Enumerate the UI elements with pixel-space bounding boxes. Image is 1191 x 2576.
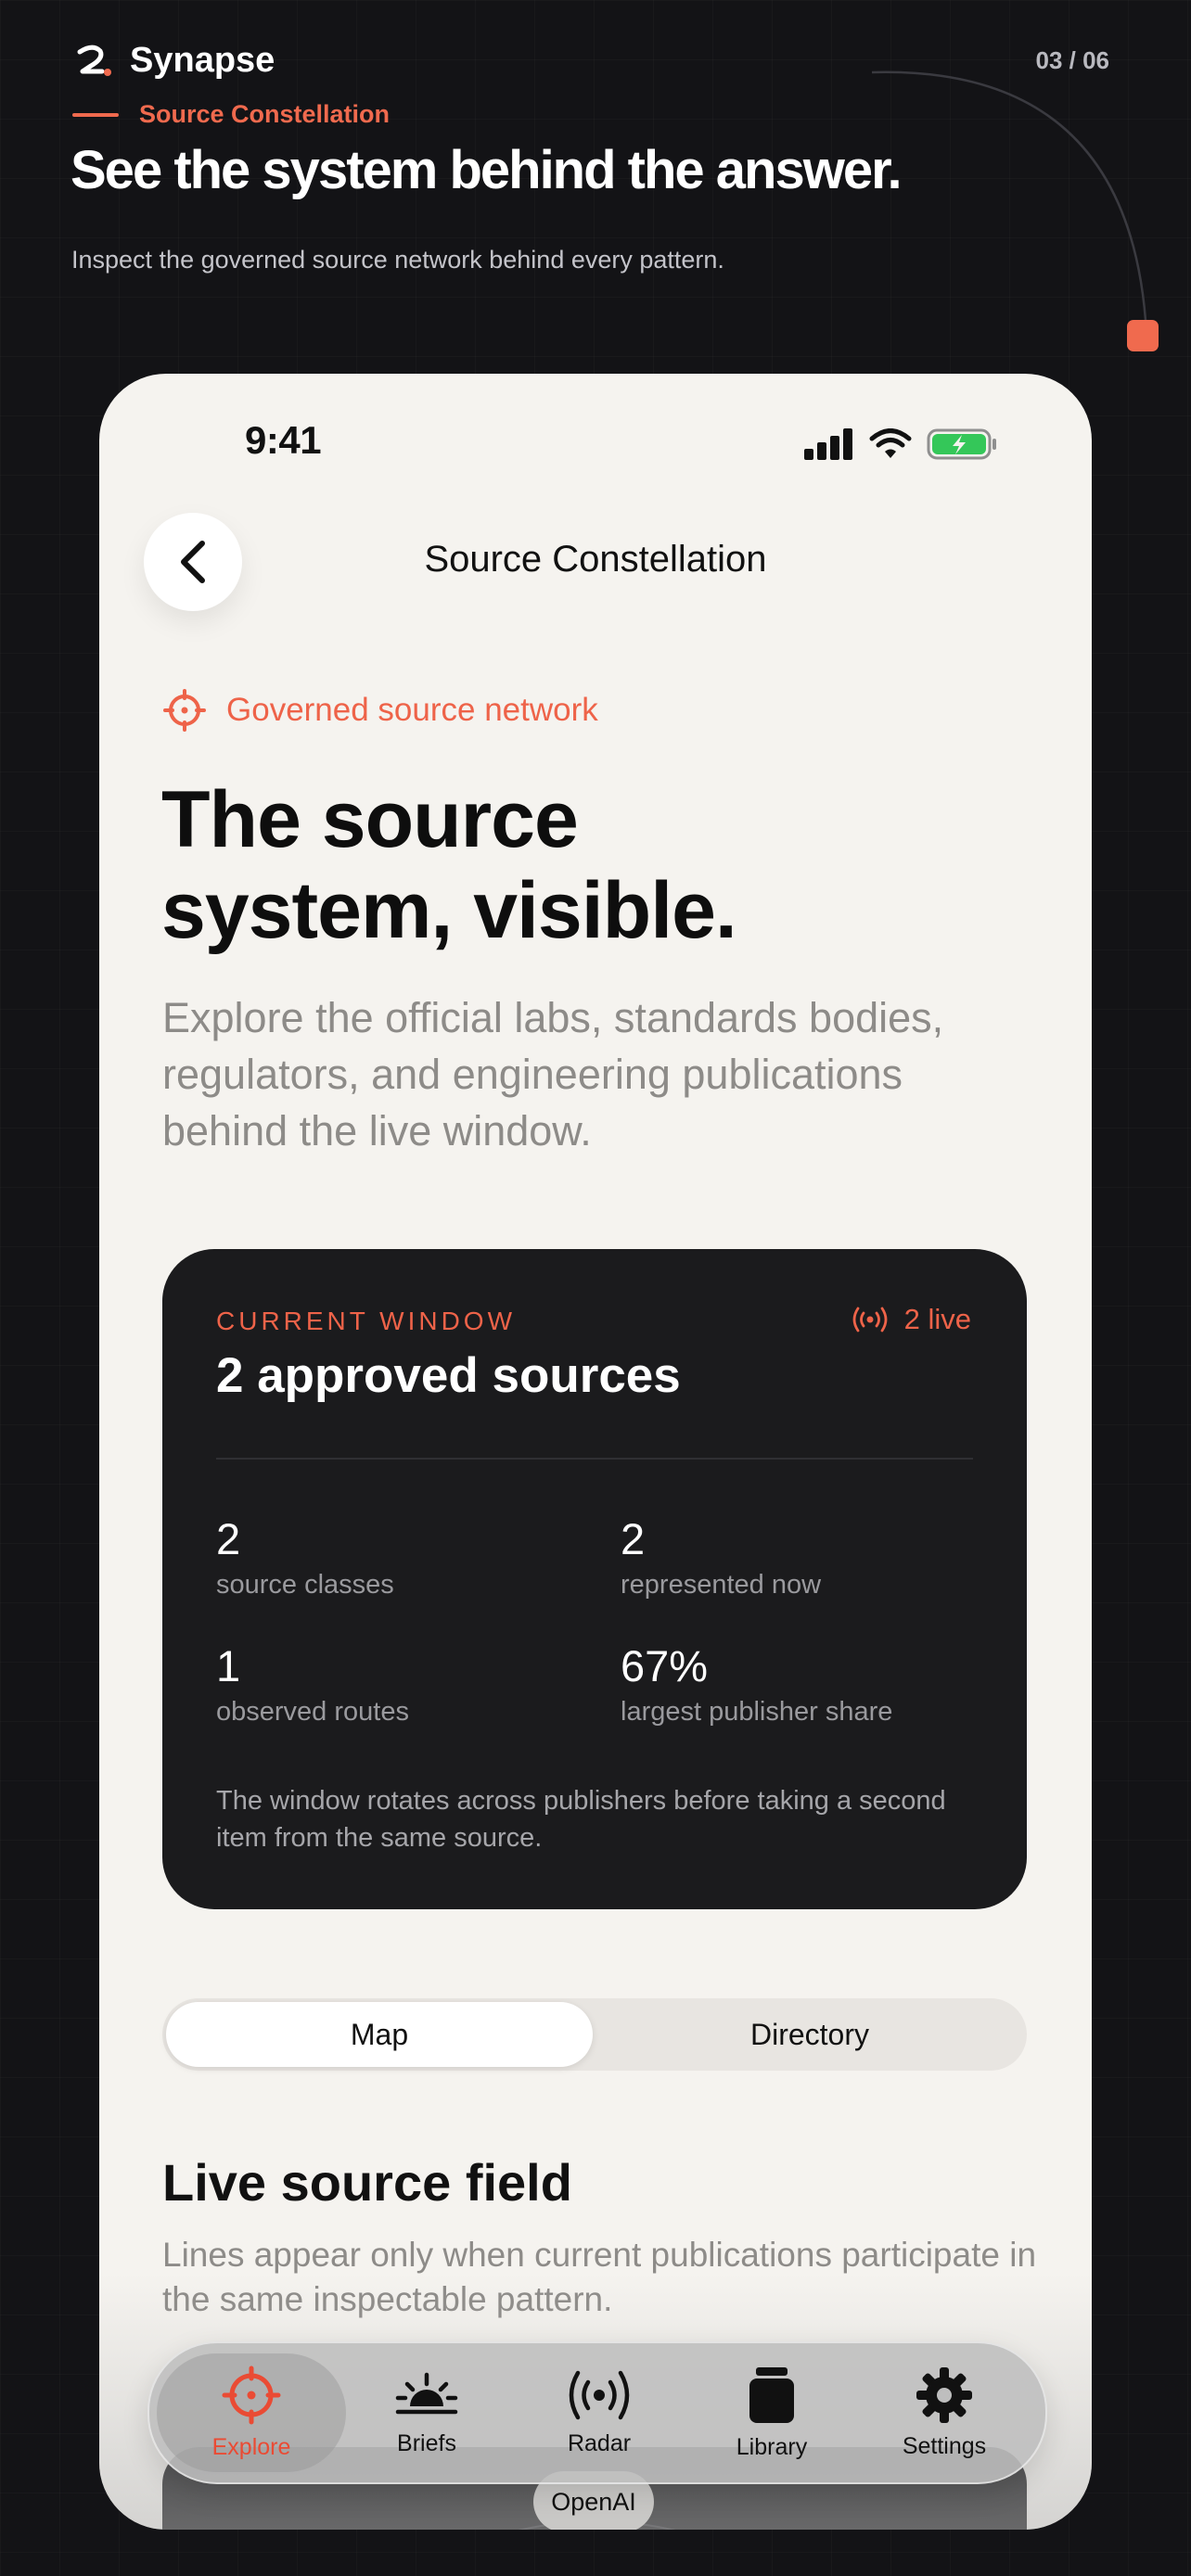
hero-title-line2: system, visible. xyxy=(161,866,737,955)
current-window-card: CURRENT WINDOW 2 live 2 approved sources… xyxy=(162,1249,1027,1909)
brand-name: Synapse xyxy=(130,40,275,80)
synapse-logo-icon xyxy=(77,45,111,76)
phone-screen: 9:41 Source Constellation Governed sourc… xyxy=(99,374,1092,2530)
eyebrow-text: Source Constellation xyxy=(139,100,391,128)
segment-directory[interactable]: Directory xyxy=(596,2002,1023,2067)
tab-explore[interactable]: Explore xyxy=(157,2353,346,2472)
brand: Synapse xyxy=(74,37,275,83)
tab-bar: Explore Briefs Radar Library Settings xyxy=(147,2341,1047,2484)
stat-value: 67% xyxy=(621,1641,709,1690)
broadcast-icon xyxy=(852,1307,888,1333)
cellular-signal-icon xyxy=(804,428,852,460)
nav-title: Source Constellation xyxy=(424,539,767,580)
crosshair-icon xyxy=(163,689,206,732)
stat-label: source classes xyxy=(216,1570,394,1600)
status-icons xyxy=(804,427,999,461)
wifi-icon xyxy=(869,428,912,458)
eyebrow-line xyxy=(72,112,119,117)
stat-value: 1 xyxy=(216,1641,241,1690)
tab-label: Radar xyxy=(567,2429,632,2456)
stat-label: largest publisher share xyxy=(621,1697,893,1727)
hero-tag-text: Governed source network xyxy=(226,692,598,728)
stat-value: 2 xyxy=(216,1514,241,1563)
crosshair-icon xyxy=(222,2366,281,2424)
hero-title-line1: The source xyxy=(161,775,579,864)
card-title: 2 approved sources xyxy=(216,1348,681,1403)
decorative-arc xyxy=(871,70,1159,351)
tab-briefs[interactable]: Briefs xyxy=(340,2343,513,2482)
card-eyebrow: CURRENT WINDOW xyxy=(216,1307,517,1335)
stat-value: 2 xyxy=(621,1514,646,1563)
view-segmented-control: Map Directory xyxy=(162,1998,1027,2071)
sunrise-icon xyxy=(395,2372,458,2414)
gear-icon xyxy=(916,2366,972,2423)
hero-tag: Governed source network xyxy=(163,689,598,732)
stat-largest-publisher-share: 67% largest publisher share xyxy=(621,1640,892,1728)
stat-label: observed routes xyxy=(216,1697,409,1727)
live-count: 2 live xyxy=(903,1303,971,1335)
tab-library[interactable]: Library xyxy=(685,2343,858,2482)
card-note: The window rotates across publishers bef… xyxy=(216,1786,946,1853)
card-divider xyxy=(216,1458,973,1460)
promo-eyebrow: Source Constellation xyxy=(72,100,390,129)
hero-title: The source system, visible. xyxy=(161,774,1043,956)
promo-subhead: Inspect the governed source network behi… xyxy=(71,246,724,274)
broadcast-icon xyxy=(569,2370,630,2419)
jar-icon xyxy=(749,2366,794,2423)
segment-map[interactable]: Map xyxy=(166,2002,593,2067)
battery-charging-icon xyxy=(927,428,996,460)
stat-source-classes: 2 source classes xyxy=(216,1513,394,1600)
status-time: 9:41 xyxy=(245,418,322,462)
tab-label: Library xyxy=(736,2433,808,2460)
hero-description: Explore the official labs, standards bod… xyxy=(162,994,944,1154)
tab-radar[interactable]: Radar xyxy=(513,2343,685,2482)
stat-represented-now: 2 represented now xyxy=(621,1513,821,1600)
live-indicator: 2 live xyxy=(851,1303,971,1336)
promo-headline: See the system behind the answer. xyxy=(70,140,903,200)
tab-settings[interactable]: Settings xyxy=(858,2343,1031,2482)
tab-label: Explore xyxy=(211,2433,291,2460)
tab-label: Settings xyxy=(902,2432,987,2459)
field-title: Live source field xyxy=(162,2153,572,2212)
stat-observed-routes: 1 observed routes xyxy=(216,1640,409,1728)
stat-label: represented now xyxy=(621,1570,822,1600)
tab-label: Briefs xyxy=(397,2429,456,2456)
